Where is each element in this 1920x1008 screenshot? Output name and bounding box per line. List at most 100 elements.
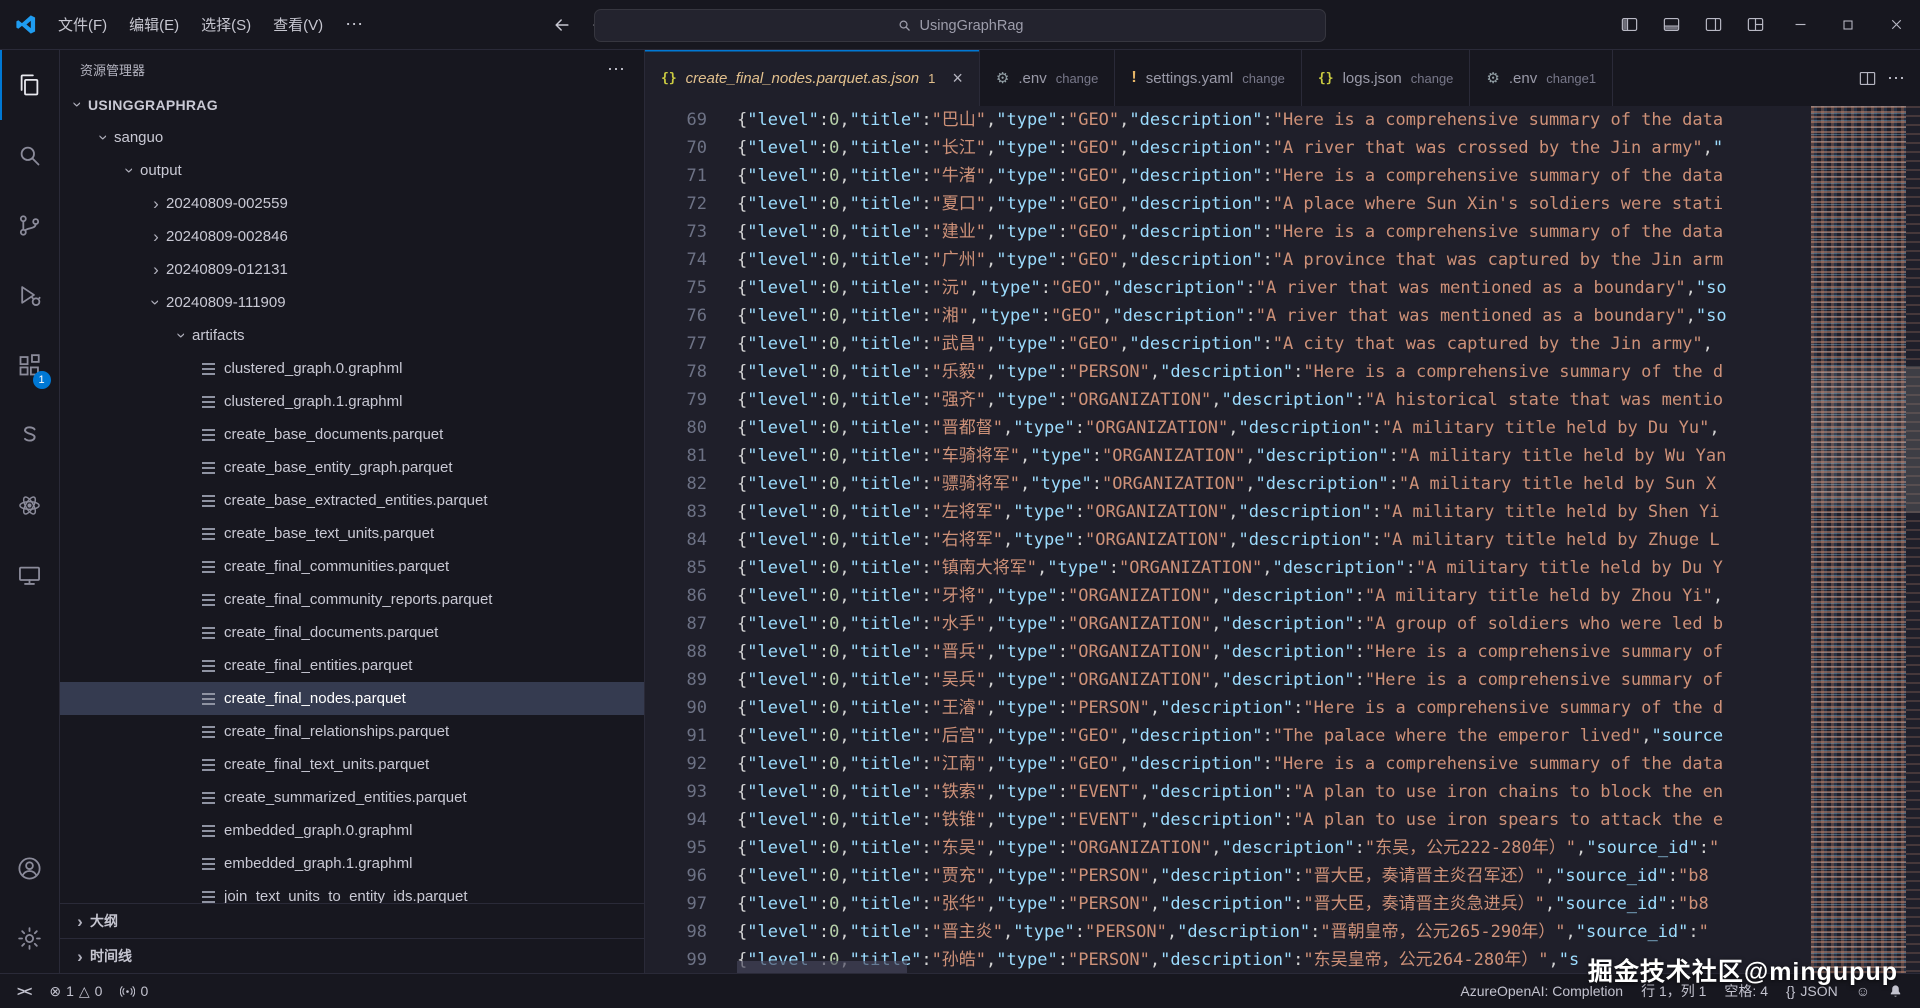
explorer-more-actions-icon[interactable]: ⋯ [607, 59, 626, 80]
tree-item-file[interactable]: create_summarized_entities.parquet [60, 781, 644, 814]
maximize-window-icon[interactable] [1824, 0, 1872, 49]
tree-item-file[interactable]: create_base_extracted_entities.parquet [60, 484, 644, 517]
activity-explorer[interactable] [0, 50, 60, 120]
menu-file[interactable]: 文件(F) [47, 9, 118, 40]
activity-settings[interactable] [0, 903, 60, 973]
code-line[interactable]: 87 {"level":0,"title":"水手","type":"ORGANI… [645, 610, 1811, 638]
code-line[interactable]: 79 {"level":0,"title":"强齐","type":"ORGANI… [645, 386, 1811, 414]
code-line[interactable]: 70 {"level":0,"title":"长江","type":"GEO","… [645, 134, 1811, 162]
menu-view[interactable]: 查看(V) [262, 9, 334, 40]
toggle-panel-icon[interactable] [1650, 0, 1692, 49]
code-line[interactable]: 86 {"level":0,"title":"牙将","type":"ORGANI… [645, 582, 1811, 610]
code-line[interactable]: 84 {"level":0,"title":"右将军","type":"ORGAN… [645, 526, 1811, 554]
code-line[interactable]: 69 {"level":0,"title":"巴山","type":"GEO","… [645, 106, 1811, 134]
tree-item-folder[interactable]: › 20240809-111909 [60, 286, 644, 319]
menu-more-icon[interactable]: ⋯ [334, 9, 375, 40]
azure-openai-status[interactable]: AzureOpenAI: Completion [1451, 983, 1632, 999]
horizontal-scrollbar-thumb[interactable] [737, 961, 907, 973]
feedback-button[interactable]: ☺ [1847, 983, 1879, 999]
customize-layout-icon[interactable] [1734, 0, 1776, 49]
editor[interactable]: 69 {"level":0,"title":"巴山","type":"GEO","… [645, 106, 1920, 973]
tree-item-folder[interactable]: › artifacts [60, 319, 644, 352]
tree-item-file[interactable]: create_final_entities.parquet [60, 649, 644, 682]
toggle-secondary-sidebar-icon[interactable] [1692, 0, 1734, 49]
editor-tab[interactable]: {} logs.json change [1301, 50, 1471, 106]
tree-item-file[interactable]: clustered_graph.1.graphml [60, 385, 644, 418]
tree-item-file[interactable]: create_base_entity_graph.parquet [60, 451, 644, 484]
code-line[interactable]: 77 {"level":0,"title":"武昌","type":"GEO","… [645, 330, 1811, 358]
vertical-scrollbar-thumb[interactable] [1906, 366, 1920, 514]
code-line[interactable]: 98 {"level":0,"title":"晋主炎","type":"PERSO… [645, 918, 1811, 946]
minimap[interactable] [1811, 106, 1906, 973]
code-line[interactable]: 85 {"level":0,"title":"镇南大将军","type":"ORG… [645, 554, 1811, 582]
tree-item-file[interactable]: create_final_text_units.parquet [60, 748, 644, 781]
tree-item-folder[interactable]: › output [60, 154, 644, 187]
tree-item-folder[interactable]: › 20240809-002846 [60, 220, 644, 253]
activity-source-control[interactable] [0, 190, 60, 260]
split-editor-icon[interactable] [1858, 69, 1877, 88]
tree-item-file[interactable]: create_final_relationships.parquet [60, 715, 644, 748]
code-line[interactable]: 83 {"level":0,"title":"左将军","type":"ORGAN… [645, 498, 1811, 526]
toggle-sidebar-icon[interactable] [1608, 0, 1650, 49]
tree-item-folder[interactable]: › USINGGRAPHRAG [60, 88, 644, 121]
menu-edit[interactable]: 编辑(E) [118, 9, 190, 40]
activity-extension-atom[interactable] [0, 470, 60, 540]
vertical-scrollbar[interactable] [1906, 106, 1920, 973]
code-line[interactable]: 96 {"level":0,"title":"贾充","type":"PERSON… [645, 862, 1811, 890]
tree-item-file[interactable]: embedded_graph.1.graphml [60, 847, 644, 880]
cursor-position[interactable]: 行 1，列 1 [1632, 981, 1715, 1001]
tree-item-file[interactable]: create_final_community_reports.parquet [60, 583, 644, 616]
code-line[interactable]: 97 {"level":0,"title":"张华","type":"PERSON… [645, 890, 1811, 918]
tree-item-file[interactable]: create_final_documents.parquet [60, 616, 644, 649]
tree-item-file[interactable]: create_base_text_units.parquet [60, 517, 644, 550]
code-line[interactable]: 91 {"level":0,"title":"后宫","type":"GEO","… [645, 722, 1811, 750]
code-line[interactable]: 80 {"level":0,"title":"晋都督","type":"ORGAN… [645, 414, 1811, 442]
horizontal-scrollbar[interactable] [737, 961, 1811, 973]
outline-section[interactable]: › 大纲 [60, 903, 644, 938]
minimap-slider[interactable] [1811, 366, 1906, 505]
code-line[interactable]: 94 {"level":0,"title":"铁锥","type":"EVENT"… [645, 806, 1811, 834]
remote-indicator[interactable]: >< [8, 974, 40, 1008]
code-line[interactable]: 73 {"level":0,"title":"建业","type":"GEO","… [645, 218, 1811, 246]
code-line[interactable]: 92 {"level":0,"title":"江南","type":"GEO","… [645, 750, 1811, 778]
command-center-search[interactable]: UsingGraphRag [594, 9, 1326, 42]
code-line[interactable]: 81 {"level":0,"title":"车骑将军","type":"ORGA… [645, 442, 1811, 470]
tree-item-file[interactable]: join_text_units_to_entity_ids.parquet [60, 880, 644, 903]
tree-item-folder[interactable]: › sanguo [60, 121, 644, 154]
code-line[interactable]: 88 {"level":0,"title":"晋兵","type":"ORGANI… [645, 638, 1811, 666]
activity-run-debug[interactable] [0, 260, 60, 330]
tree-item-file[interactable]: clustered_graph.0.graphml [60, 352, 644, 385]
activity-accounts[interactable] [0, 833, 60, 903]
indentation-status[interactable]: 空格: 4 [1715, 981, 1777, 1001]
ports-indicator[interactable]: 0 [111, 974, 157, 1008]
editor-tab[interactable]: ⚙ .env change1 [1470, 50, 1614, 106]
activity-extension-s[interactable] [0, 400, 60, 470]
code-line[interactable]: 76 {"level":0,"title":"湘","type":"GEO","d… [645, 302, 1811, 330]
code-line[interactable]: 74 {"level":0,"title":"广州","type":"GEO","… [645, 246, 1811, 274]
activity-search[interactable] [0, 120, 60, 190]
menu-selection[interactable]: 选择(S) [190, 9, 262, 40]
problems-indicator[interactable]: ⊗ 1 △ 0 [40, 974, 111, 1008]
tree-item-folder[interactable]: › 20240809-012131 [60, 253, 644, 286]
tree-item-file[interactable]: create_final_nodes.parquet [60, 682, 644, 715]
activity-extensions[interactable]: 1 [0, 330, 60, 400]
tree-item-file[interactable]: create_final_communities.parquet [60, 550, 644, 583]
tree-item-file[interactable]: create_base_documents.parquet [60, 418, 644, 451]
tree-item-folder[interactable]: › 20240809-002559 [60, 187, 644, 220]
timeline-section[interactable]: › 时间线 [60, 938, 644, 973]
minimize-window-icon[interactable] [1776, 0, 1824, 49]
editor-tab[interactable]: ! settings.yaml change [1115, 50, 1302, 106]
notifications-button[interactable] [1879, 984, 1912, 999]
close-window-icon[interactable] [1872, 0, 1920, 49]
activity-remote-explorer[interactable] [0, 540, 60, 610]
code-line[interactable]: 71 {"level":0,"title":"牛渚","type":"GEO","… [645, 162, 1811, 190]
code-line[interactable]: 75 {"level":0,"title":"沅","type":"GEO","d… [645, 274, 1811, 302]
tree-item-file[interactable]: embedded_graph.0.graphml [60, 814, 644, 847]
back-arrow-icon[interactable] [552, 15, 572, 35]
code-line[interactable]: 93 {"level":0,"title":"铁索","type":"EVENT"… [645, 778, 1811, 806]
close-icon[interactable]: × [952, 69, 963, 87]
code-line[interactable]: 95 {"level":0,"title":"东吴","type":"ORGANI… [645, 834, 1811, 862]
editor-tab[interactable]: ⚙ .env change [979, 50, 1116, 106]
editor-tab[interactable]: {} create_final_nodes.parquet.as.json 1 × [645, 50, 980, 106]
language-mode[interactable]: {} JSON [1777, 983, 1847, 999]
